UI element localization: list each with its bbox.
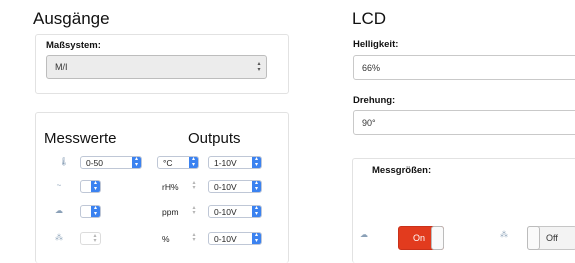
select-arrows-icon: ▴ ▾ [257, 61, 261, 73]
unit-value: % [162, 233, 170, 244]
brightness-label: Helligkeit: [353, 39, 399, 50]
toggle-state-label: Off [546, 233, 558, 243]
range-select-temperature[interactable]: 0-50 ▴ ▾ [80, 156, 142, 169]
lcd-title: LCD [352, 9, 387, 28]
unit-system-select[interactable]: M/I ▴ ▾ [46, 55, 267, 79]
range-select-co2[interactable]: ▴ ▾ [80, 205, 101, 218]
toggle-knob [527, 226, 540, 250]
unit-system-label: Maßsystem: [46, 40, 101, 51]
select-arrows-icon: ▴ ▾ [192, 232, 196, 243]
rotation-label: Drehung: [353, 95, 396, 106]
select-arrows-icon: ▴ ▾ [91, 205, 100, 217]
unit-value: ppm [162, 206, 179, 217]
measurements-heading: Messwerte [44, 130, 117, 147]
select-arrows-icon: ▴ ▾ [93, 233, 97, 244]
range-select-humidity[interactable]: ▴ ▾ [80, 180, 101, 193]
unit-value: °C [163, 157, 173, 168]
range-select-voc[interactable]: ▴ ▾ [80, 232, 101, 245]
brightness-input[interactable]: 66% [353, 55, 575, 80]
output-value: 0-10V [214, 206, 237, 217]
select-arrows-icon: ▴ ▾ [189, 156, 198, 168]
select-arrows-icon: ▴ ▾ [252, 180, 261, 192]
output-select-voc[interactable]: 0-10V ▴ ▾ [208, 232, 262, 245]
output-select-co2[interactable]: 0-10V ▴ ▾ [208, 205, 262, 218]
metrics-label: Messgrößen: [372, 165, 432, 176]
unit-system-value: M/I [55, 62, 68, 72]
output-select-humidity[interactable]: 0-10V ▴ ▾ [208, 180, 262, 193]
unit-select-voc[interactable]: % ▴ ▾ [157, 232, 199, 245]
co2-toggle[interactable]: On [398, 226, 444, 250]
select-arrows-icon: ▴ ▾ [192, 205, 196, 216]
output-value: 0-10V [214, 181, 237, 192]
range-value: 0-50 [86, 157, 104, 168]
unit-select-co2[interactable]: ppm ▴ ▾ [157, 205, 199, 218]
humidity-icon: ~ [56, 181, 62, 190]
select-arrows-icon: ▴ ▾ [252, 156, 261, 168]
unit-select-humidity[interactable]: rH% ▴ ▾ [157, 180, 199, 193]
unit-value: rH% [162, 181, 179, 192]
voc-icon: ⁂ [500, 230, 508, 239]
output-value: 1-10V [214, 157, 237, 168]
rotation-value: 90° [362, 117, 376, 128]
outputs-heading: Outputs [188, 130, 241, 147]
output-select-temperature[interactable]: 1-10V ▴ ▾ [208, 156, 262, 169]
rotation-input[interactable]: 90° [353, 110, 575, 135]
toggle-knob [431, 226, 444, 250]
toggle-state-label: On [413, 233, 426, 243]
select-arrows-icon: ▴ ▾ [192, 180, 196, 191]
output-value: 0-10V [214, 233, 237, 244]
thermometer-icon: 🌡 [58, 157, 70, 166]
brightness-value: 66% [362, 62, 381, 73]
voc-icon: ⁂ [55, 233, 63, 242]
select-arrows-icon: ▴ ▾ [91, 180, 100, 192]
outputs-title: Ausgänge [33, 9, 110, 28]
unit-select-temperature[interactable]: °C ▴ ▾ [157, 156, 199, 169]
co2-icon: ☁ [55, 206, 63, 215]
select-arrows-icon: ▴ ▾ [252, 232, 261, 244]
voc-toggle[interactable]: Off [527, 226, 575, 250]
select-arrows-icon: ▴ ▾ [132, 156, 141, 168]
select-arrows-icon: ▴ ▾ [252, 205, 261, 217]
co2-icon: ☁ [360, 230, 368, 239]
